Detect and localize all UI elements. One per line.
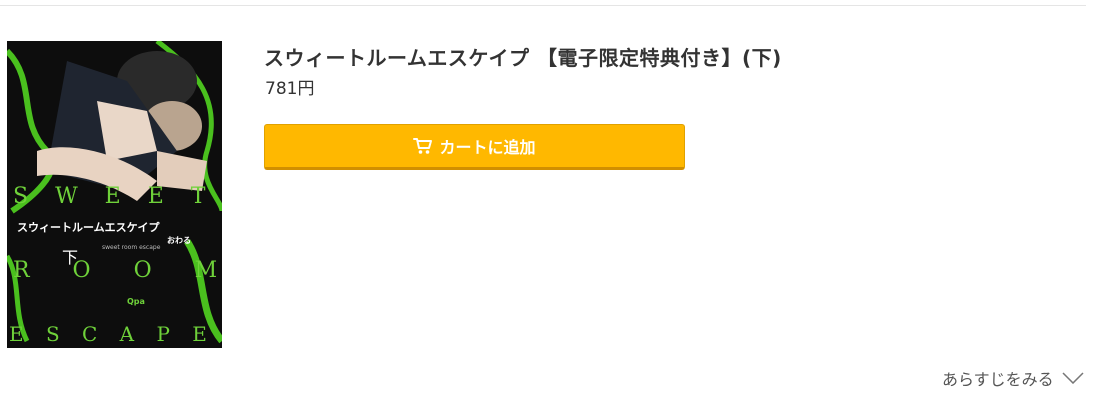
- top-divider: [0, 5, 1086, 6]
- chevron-down-icon: [1062, 372, 1084, 384]
- book-cover-art: S W E E T スウィートルームエスケイプ 下 sweet room esc…: [7, 41, 222, 348]
- cover-title-sweet: S W E E T: [13, 184, 215, 209]
- cover-author: おわる: [167, 236, 191, 245]
- synopsis-toggle[interactable]: あらすじをみる: [942, 366, 1084, 390]
- book-cover[interactable]: S W E E T スウィートルームエスケイプ 下 sweet room esc…: [7, 41, 222, 348]
- cover-title-jp: スウィートルームエスケイプ: [17, 220, 160, 234]
- cover-publisher-logo: Qpa: [127, 297, 145, 306]
- cover-subtitle: sweet room escape: [102, 244, 161, 251]
- synopsis-label: あらすじをみる: [942, 370, 1054, 389]
- cover-title-escape: E S C A P E: [9, 322, 215, 346]
- product-price: 781円: [265, 79, 315, 99]
- cover-title-room: R O O M: [13, 258, 222, 283]
- cart-icon: [413, 137, 433, 155]
- product-title[interactable]: スウィートルームエスケイプ 【電子限定特典付き】(下): [264, 42, 782, 71]
- add-to-cart-label: カートに追加: [439, 138, 536, 157]
- add-to-cart-button[interactable]: カートに追加: [264, 124, 685, 170]
